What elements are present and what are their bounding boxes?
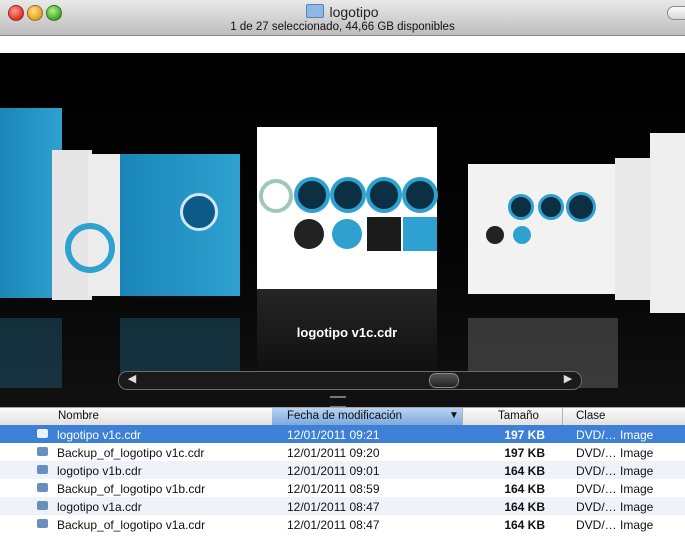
scroll-left-arrow-icon[interactable]: ◀ [121, 372, 143, 387]
file-row[interactable]: Backup_of_logotipo v1c.cdr 12/01/2011 09… [0, 443, 685, 461]
cover-right-2[interactable] [615, 158, 653, 300]
window-title-wrap: logotipo [0, 4, 685, 20]
file-size: 197 KB [504, 446, 545, 460]
cover-right-3[interactable] [650, 133, 685, 313]
scroll-thumb[interactable] [429, 373, 459, 388]
file-name: Backup_of_logotipo v1c.cdr [57, 446, 205, 460]
scroll-right-arrow-icon[interactable]: ▶ [557, 372, 579, 387]
logo-thumbnail-icon [294, 177, 330, 213]
list-header: Nombre Fecha de modificación ▼ Tamaño Cl… [0, 407, 685, 426]
column-size-header[interactable]: Tamaño [498, 410, 539, 422]
cover-reflection [0, 318, 62, 388]
file-size: 164 KB [504, 464, 545, 478]
cover-flow-view[interactable]: logotipo v1c.cdr ◀ ▶ [0, 53, 685, 408]
file-kind: DVD/… Image [576, 464, 654, 478]
column-separator [462, 408, 463, 425]
file-date: 12/01/2011 09:20 [287, 446, 380, 460]
file-name: Backup_of_logotipo v1b.cdr [57, 482, 206, 496]
file-kind: DVD/… Image [576, 446, 654, 460]
cover-caption: logotipo v1c.cdr [296, 325, 398, 340]
file-date: 12/01/2011 08:47 [287, 500, 380, 514]
file-row[interactable]: logotipo v1a.cdr 12/01/2011 08:47 164 KB… [0, 497, 685, 515]
column-kind-header[interactable]: Clase [576, 410, 605, 422]
file-date: 12/01/2011 09:21 [287, 428, 380, 442]
file-size: 197 KB [504, 428, 545, 442]
file-name: logotipo v1c.cdr [57, 428, 142, 442]
column-separator [562, 408, 563, 425]
logo-thumbnail-icon [538, 194, 564, 220]
cover-right-1[interactable] [468, 164, 618, 294]
logo-thumbnail-icon [259, 179, 293, 213]
logo-thumbnail-icon [180, 193, 218, 231]
file-size: 164 KB [504, 518, 545, 532]
cdr-file-icon [37, 519, 48, 528]
logo-thumbnail-icon [332, 219, 362, 249]
logo-thumbnail-icon [566, 192, 596, 222]
file-kind: DVD/… Image [576, 500, 654, 514]
file-kind: DVD/… Image [576, 428, 654, 442]
logo-thumbnail-icon [330, 177, 366, 213]
status-bar-text: 1 de 27 seleccionado, 44,66 GB disponibl… [230, 21, 455, 33]
file-name: logotipo v1a.cdr [57, 500, 142, 514]
logo-thumbnail-icon [513, 226, 531, 244]
window-title: logotipo [329, 4, 379, 20]
column-date-header[interactable]: Fecha de modificación [287, 410, 402, 422]
cover-flow-scrollbar[interactable]: ◀ ▶ [118, 371, 582, 390]
column-name-header[interactable]: Nombre [58, 410, 99, 422]
file-size: 164 KB [504, 482, 545, 496]
cover-selected[interactable] [257, 127, 438, 289]
logo-thumbnail-icon [366, 177, 402, 213]
file-row[interactable]: Backup_of_logotipo v1a.cdr 12/01/2011 08… [0, 515, 685, 533]
cdr-file-icon [37, 501, 48, 510]
logo-thumbnail-icon [367, 217, 401, 251]
file-name: logotipo v1b.cdr [57, 464, 142, 478]
cdr-file-icon [37, 447, 48, 456]
logo-thumbnail-icon [65, 223, 115, 273]
file-row[interactable]: Backup_of_logotipo v1b.cdr 12/01/2011 08… [0, 479, 685, 497]
file-date: 12/01/2011 09:01 [287, 464, 380, 478]
sort-descending-icon: ▼ [449, 410, 459, 421]
logo-thumbnail-icon [486, 226, 504, 244]
file-size: 164 KB [504, 500, 545, 514]
logo-thumbnail-icon [294, 219, 324, 249]
logo-thumbnail-icon [402, 177, 438, 213]
file-row[interactable]: logotipo v1b.cdr 12/01/2011 09:01 164 KB… [0, 461, 685, 479]
cdr-file-icon [37, 483, 48, 492]
file-name: Backup_of_logotipo v1a.cdr [57, 518, 206, 532]
title-bar: logotipo 1 de 27 seleccionado, 44,66 GB … [0, 0, 685, 36]
cdr-file-icon [37, 429, 48, 438]
file-row[interactable]: logotipo v1c.cdr 12/01/2011 09:21 197 KB… [0, 425, 685, 443]
file-date: 12/01/2011 08:59 [287, 482, 380, 496]
cdr-file-icon [37, 465, 48, 474]
file-kind: DVD/… Image [576, 518, 654, 532]
cover-left-4[interactable] [120, 154, 240, 296]
logo-thumbnail-icon [508, 194, 534, 220]
file-kind: DVD/… Image [576, 482, 654, 496]
logo-thumbnail-icon [403, 217, 437, 251]
folder-icon [306, 4, 325, 18]
file-date: 12/01/2011 08:47 [287, 518, 380, 532]
toolbar-toggle-button[interactable] [667, 6, 685, 20]
